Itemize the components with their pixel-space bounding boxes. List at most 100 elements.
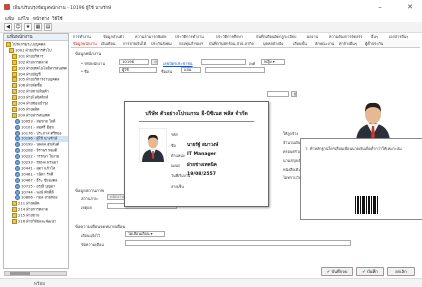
tree-item-label: 211 ฝ่ายผลิต — [18, 201, 40, 206]
menu-window[interactable]: หน้าต่าง — [33, 15, 49, 22]
tree-item-department[interactable]: 214 ฝ่ายการตลาด — [12, 207, 68, 213]
folder-icon — [12, 201, 17, 207]
tree-item-employee[interactable]: 10467 - ธีระ ชัยมงคล — [15, 177, 68, 184]
calendar-icon[interactable]: ▦ — [34, 23, 42, 31]
id-card-field[interactable] — [201, 59, 246, 65]
tree-item-department[interactable]: 105 ฝ่ายบริหารงานบุคคล — [12, 77, 68, 83]
tree-item-department[interactable]: 104 ฝ่ายบัญชี — [12, 71, 68, 78]
menu-help[interactable]: วิธีใช้ — [52, 15, 63, 22]
tree-item-employee[interactable]: 10441 - สุดา แก้วใส — [15, 165, 68, 172]
subtab-social-security[interactable]: ประกันสังคม — [151, 41, 172, 47]
birthdate-field[interactable] — [267, 91, 289, 97]
sub-tabs: ข้อมูลพนักงาน เงินเดือน การจ่ายเงินได้ ป… — [71, 40, 420, 48]
tree-item-employee[interactable]: 10053 - สมชาย ใจดี — [15, 118, 68, 125]
nickname-field[interactable]: แจน — [181, 67, 201, 73]
menu-file[interactable]: แฟ้ม — [5, 15, 14, 22]
subtab-payments[interactable]: การจ่ายเงินได้ — [123, 41, 146, 47]
folder-icon — [12, 112, 17, 118]
tree-item-employee[interactable]: 10222 - วรรณา ใจงาม — [15, 154, 68, 160]
tree-item-label: 216 ฝ่ายวิจัยและพัฒนา — [18, 219, 56, 224]
minimize-button[interactable]: – — [374, 2, 386, 12]
sex-select[interactable]: หญิง ▾ — [261, 59, 285, 65]
scrollbar-thumb[interactable] — [10, 272, 30, 275]
back-icon[interactable]: ◀ — [4, 23, 12, 31]
folder-icon — [9, 47, 14, 53]
emp-code-lookup-button[interactable]: ◎ — [151, 59, 158, 65]
tree-item-label: โปรแกรมระบบบุคคล — [12, 42, 46, 47]
tree-item-department[interactable]: 209 ฝ่ายสารสนเทศ — [12, 112, 68, 119]
tree-item-label: 202 ฝ่ายขายสินค้า — [18, 89, 49, 94]
person-icon — [15, 118, 20, 124]
tree-item-label: 10461 - วนิดา รักดี — [21, 172, 54, 177]
calendar-picker-icon[interactable]: ▦ — [291, 91, 297, 97]
save-button[interactable]: ✔ บันทึกจบ — [321, 267, 353, 276]
tree-item-label: 209 ฝ่ายสารสนเทศ — [18, 113, 50, 118]
tree-item-label: 10053 - สมชาย ใจดี — [21, 119, 56, 124]
subtab-other-wages[interactable]: ค่าจ้างอื่นๆ — [339, 41, 357, 47]
tree-item-department[interactable]: 106 ฝ่ายจัดซื้อ — [12, 83, 68, 89]
subtab-employee-info[interactable]: ข้อมูลพนักงาน — [73, 41, 97, 47]
tree-item-employee[interactable]: 10176 - ประภาส ศรีทอง — [15, 130, 68, 137]
tree-item-label: 102 ฝ่ายการตลาด — [18, 60, 49, 65]
tree-item-employee[interactable]: 10744 - พงษ์ ศักดิ์ดี — [15, 189, 68, 196]
subtab-salary[interactable]: เงินเดือน — [101, 41, 115, 47]
nickname-label: ชื่อเล่น — [161, 69, 173, 74]
tree-item-department[interactable]: 211 ฝ่ายผลิต — [12, 201, 68, 207]
person-icon — [15, 136, 20, 142]
barcode-icon — [353, 194, 381, 216]
tree-item-employee[interactable]: 10715 - อรุณี บุญมา — [15, 183, 68, 190]
tree-item-employee[interactable]: 10208 - จิราพร ทองดี — [15, 148, 68, 154]
subtab-provident-fund[interactable]: กองทุนสำรองฯ — [179, 41, 203, 47]
user-icon[interactable]: ☺ — [14, 23, 22, 31]
tree-item-department[interactable]: 205 ฝ่ายผลิต — [12, 106, 68, 113]
tree-item-employee[interactable]: 10101 - สมศรี มีสุข — [15, 124, 68, 131]
folder-icon — [12, 106, 17, 112]
termination-select[interactable]: ไม่เลือนเลือน ▾ — [125, 231, 165, 237]
person-icon — [15, 142, 20, 148]
grid-icon[interactable]: ▤ — [44, 23, 52, 31]
tree-item-label: 214 ฝ่ายการตลาด — [18, 207, 49, 212]
menu-edit[interactable]: แก้ไข — [18, 15, 29, 22]
tree-item-label: 10176 - ประภาส ศรีทอง — [21, 131, 62, 135]
subtab-promotion[interactable]: เลือนขั้น — [293, 41, 307, 47]
tree-item-department[interactable]: 216 ฝ่ายวิจัยและพัฒนา — [12, 219, 68, 225]
subtab-guarantor[interactable]: ผู้ค้ำประกัน — [365, 41, 383, 47]
close-button[interactable]: ✕ — [404, 2, 416, 12]
subtab-references[interactable]: บุคคลอ้างอิง — [263, 41, 283, 47]
emp-code-field[interactable]: 10196 — [119, 59, 149, 65]
tree-item-department[interactable]: 202 ฝ่ายขายสินค้า — [12, 89, 68, 95]
folder-icon — [12, 213, 17, 219]
subtab-job-description[interactable]: ลักษณะงาน — [315, 41, 334, 47]
tree-item-department[interactable]: 102 ฝ่ายการตลาด — [12, 59, 68, 66]
doc-field[interactable] — [125, 240, 351, 246]
tree-horizontal-scrollbar[interactable] — [4, 271, 67, 276]
person-icon — [15, 165, 20, 171]
employee-photo — [348, 93, 398, 143]
tree-item-department[interactable]: 215 ฝ่ายขาย — [12, 213, 68, 219]
tree-item-employee[interactable]: 10806 - กมล สายทอง — [15, 195, 68, 201]
tree-item-department[interactable]: 103 ฝ่ายเทคโนโลยีสารสนเทศ — [12, 65, 68, 72]
person-icon — [15, 160, 20, 165]
tree-item-department[interactable]: 101 ฝ่ายบริหาร — [12, 53, 68, 60]
app-icon — [4, 4, 10, 10]
tree-item-employee[interactable]: 10233 - ชยพล พรมมา — [15, 160, 68, 166]
last-name-field[interactable] — [205, 67, 265, 73]
cancel-button[interactable]: ยกเลิก — [387, 267, 415, 276]
subtab-leave[interactable]: บันทึกวันพักร้อน-ป่วย-ลากิจ — [209, 41, 254, 47]
tree-item-department[interactable]: 204 ฝ่ายซ่อมบำรุง — [12, 101, 68, 107]
person-icon — [15, 177, 20, 183]
tree-item-employee[interactable]: 10199 - นพดล สุขสันต์ — [15, 142, 68, 148]
folder-icon — [12, 207, 17, 213]
star-icon[interactable]: ★ — [24, 23, 32, 31]
tree-item-department[interactable]: 1001 ฝ่ายบริหารทั่วไป — [9, 47, 68, 54]
section-status: ข้อมูลสถานภาพ — [75, 188, 104, 193]
tree-item-department[interactable]: 203 ฝ่ายโลจิสติกส์ — [12, 95, 68, 101]
employee-tree[interactable]: แฟ้มพนักงาน โปรแกรมระบบบุคคล 1001 ฝ่ายบริ… — [3, 33, 69, 269]
card-dept-value: ฝ่ายช่างเทคนิค — [187, 163, 217, 168]
tree-item-employee[interactable]: 10196 - ผู้ใช้ นางรักษ์ — [15, 136, 68, 142]
save-next-button[interactable]: ✔ บันทึก — [356, 267, 384, 276]
tree-item-employee[interactable]: 10461 - วนิดา รักดี — [15, 171, 68, 178]
first-name-field[interactable]: ผู้ใช้ — [119, 67, 157, 73]
first-name-label: * ชื่อ — [81, 69, 89, 74]
tree-item-department[interactable]: โปรแกรมระบบบุคคล — [6, 42, 68, 48]
